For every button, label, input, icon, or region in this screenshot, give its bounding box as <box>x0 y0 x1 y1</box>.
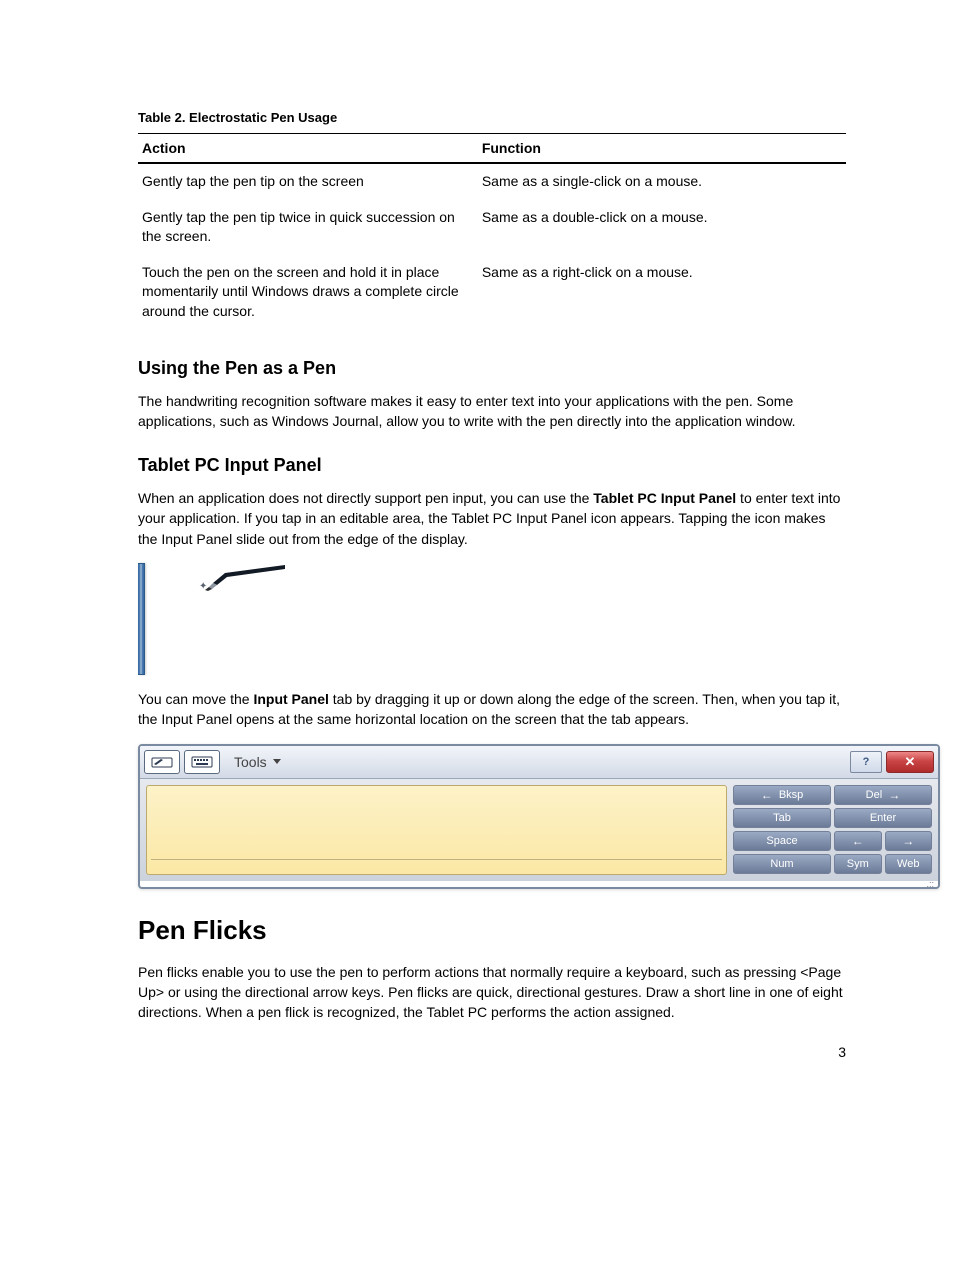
table-caption: Table 2. Electrostatic Pen Usage <box>138 110 846 125</box>
cell-action: Gently tap the pen tip on the screen <box>138 163 478 200</box>
resize-grip-icon[interactable]: .:: <box>140 881 938 887</box>
heading-pen-flicks: Pen Flicks <box>138 915 846 946</box>
close-button[interactable]: ✕ <box>886 751 934 773</box>
screen-edge-icon <box>138 563 145 675</box>
cell-function: Same as a single-click on a mouse. <box>478 163 846 200</box>
cell-action: Touch the pen on the screen and hold it … <box>138 255 478 330</box>
table-header-action: Action <box>138 134 478 164</box>
table-row: Gently tap the pen tip twice in quick su… <box>138 200 846 255</box>
stylus-icon: ✦ <box>195 565 285 591</box>
keyboard-mode-button[interactable] <box>184 750 220 774</box>
page-number: 3 <box>838 1044 846 1060</box>
cell-function: Same as a double-click on a mouse. <box>478 200 846 255</box>
chevron-down-icon <box>273 759 281 764</box>
left-arrow-key[interactable]: ← <box>834 831 882 851</box>
tools-menu[interactable]: Tools <box>234 754 281 770</box>
space-key[interactable]: Space <box>733 831 831 851</box>
keyboard-icon <box>191 755 213 769</box>
handwriting-area[interactable] <box>146 785 727 875</box>
close-icon: ✕ <box>905 754 916 770</box>
web-key[interactable]: Web <box>885 854 933 874</box>
tablet-pc-input-panel-figure: Tools ? ✕ ← Bksp Del → Tab Enter Space ← <box>138 744 940 889</box>
cell-action: Gently tap the pen tip twice in quick su… <box>138 200 478 255</box>
handwriting-icon <box>151 755 173 769</box>
document-page: Table 2. Electrostatic Pen Usage Action … <box>0 0 954 1100</box>
tools-label: Tools <box>234 754 267 770</box>
input-panel-keypad: ← Bksp Del → Tab Enter Space ← → Num Sym… <box>733 785 932 875</box>
help-icon: ? <box>863 756 870 768</box>
input-panel-tab-figure: ✦ <box>138 563 846 675</box>
del-key[interactable]: Del → <box>834 785 932 805</box>
table-row: Gently tap the pen tip on the screen Sam… <box>138 163 846 200</box>
bksp-key[interactable]: ← Bksp <box>733 785 831 805</box>
enter-key[interactable]: Enter <box>834 808 932 828</box>
paragraph: The handwriting recognition software mak… <box>138 391 846 432</box>
paragraph: You can move the Input Panel tab by drag… <box>138 689 846 730</box>
tab-key[interactable]: Tab <box>733 808 831 828</box>
sym-key[interactable]: Sym <box>834 854 882 874</box>
right-arrow-key[interactable]: → <box>885 831 933 851</box>
paragraph: When an application does not directly su… <box>138 488 846 549</box>
pen-usage-table: Action Function Gently tap the pen tip o… <box>138 133 846 330</box>
cell-function: Same as a right-click on a mouse. <box>478 255 846 330</box>
table-header-function: Function <box>478 134 846 164</box>
paragraph: Pen flicks enable you to use the pen to … <box>138 962 846 1023</box>
help-button[interactable]: ? <box>850 751 882 773</box>
svg-text:✦: ✦ <box>199 581 207 591</box>
heading-using-pen-as-pen: Using the Pen as a Pen <box>138 358 846 379</box>
handwriting-mode-button[interactable] <box>144 750 180 774</box>
input-panel-titlebar: Tools ? ✕ <box>140 746 938 779</box>
heading-tablet-pc-input-panel: Tablet PC Input Panel <box>138 455 846 476</box>
num-key[interactable]: Num <box>733 854 831 874</box>
table-row: Touch the pen on the screen and hold it … <box>138 255 846 330</box>
input-panel-body: ← Bksp Del → Tab Enter Space ← → Num Sym… <box>140 779 938 881</box>
